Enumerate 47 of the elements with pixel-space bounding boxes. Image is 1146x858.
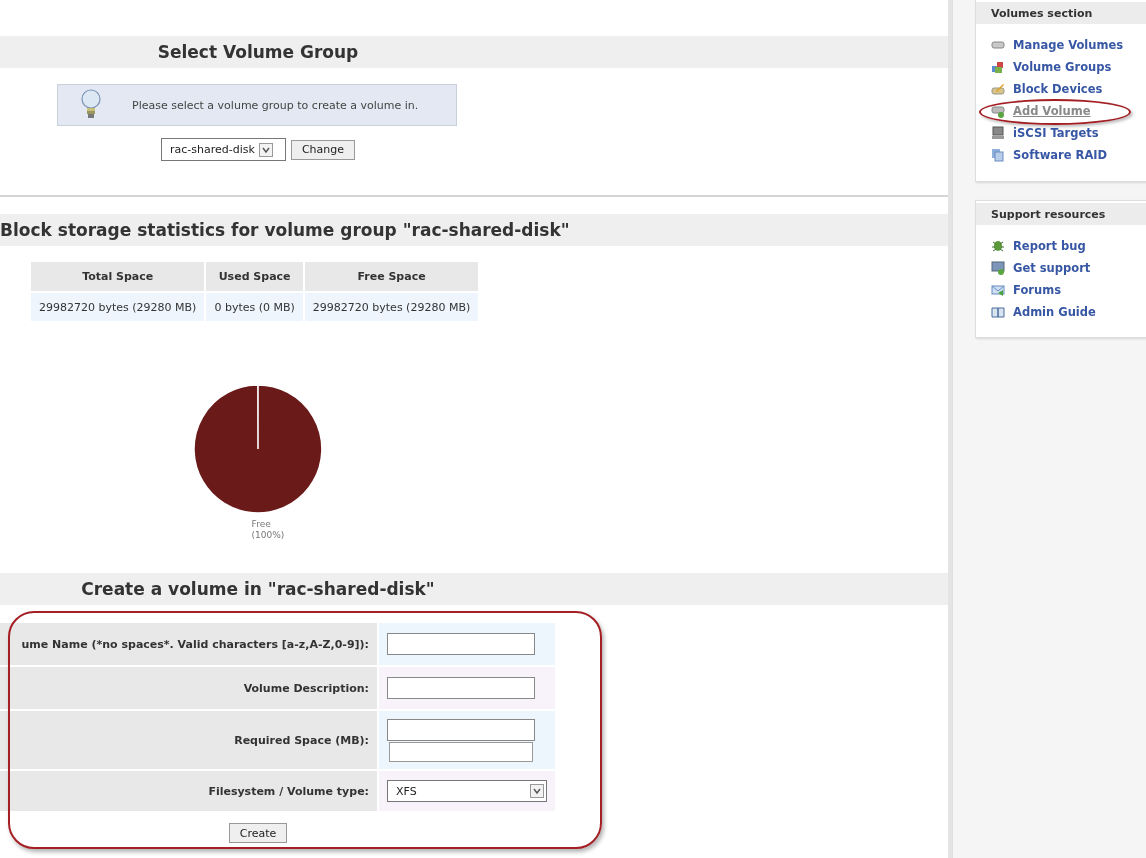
section-heading: Select Volume Group <box>156 42 360 62</box>
caret-icon <box>258 142 273 157</box>
info-message: Please select a volume group to create a volume in. <box>132 98 419 112</box>
cubes-icon <box>991 60 1005 74</box>
panel-heading: Support resources <box>991 207 1106 221</box>
field-label: ume Name (*no spaces*. Valid characters [a-z,A-Z,0-9]): <box>0 623 377 665</box>
disk-plus-icon <box>991 104 1005 118</box>
text-field[interactable] <box>387 677 535 699</box>
panel-heading: Volumes section <box>991 6 1093 20</box>
sidebar-link[interactable]: Manage Volumes <box>991 38 1124 52</box>
section-heading: Block storage statistics for volume group "rac-shared-disk" <box>0 220 570 240</box>
sidebar-link[interactable]: Add Volume <box>991 104 1091 118</box>
lightbulb-icon <box>80 89 102 121</box>
text-field[interactable] <box>387 718 535 741</box>
filesystem-dropdown[interactable]: XFS <box>387 780 547 802</box>
bug-icon <box>991 239 1005 253</box>
create-button[interactable]: Create <box>228 823 288 843</box>
table-cell: 29982720 bytes (29280 MB) <box>304 293 479 321</box>
text-field[interactable] <box>389 741 533 762</box>
sidebar-link[interactable]: Report bug <box>991 239 1086 253</box>
envelope-icon <box>991 283 1005 297</box>
field-label: Filesystem / Volume type: <box>0 771 377 811</box>
sidebar-link[interactable]: Forums <box>991 283 1061 297</box>
sidebar-link[interactable]: Software RAID <box>991 148 1108 162</box>
caret-icon <box>530 784 544 798</box>
volume-group-dropdown[interactable]: rac-shared-disk <box>160 138 286 161</box>
field-label: Required Space (MB): <box>0 711 377 769</box>
column-header: Used Space <box>206 262 303 291</box>
disk-pencil-icon <box>991 82 1005 96</box>
table-cell: 29982720 bytes (29280 MB) <box>31 293 205 321</box>
field-label: Volume Description: <box>0 667 377 709</box>
sidebar-link[interactable]: iSCSI Targets <box>991 126 1099 140</box>
sidebar-link[interactable]: Get support <box>991 261 1091 275</box>
sidebar-link[interactable]: Admin Guide <box>991 305 1096 319</box>
sidebar-link[interactable]: Block Devices <box>991 82 1103 96</box>
section-heading: Create a volume in "rac-shared-disk" <box>80 579 436 599</box>
documents-icon <box>991 148 1005 162</box>
pie-label: Free (100%) <box>251 519 285 541</box>
change-button[interactable]: Change <box>290 139 356 160</box>
sidebar-link[interactable]: Volume Groups <box>991 60 1112 74</box>
column-header: Free Space <box>304 262 479 291</box>
screen-plus-icon <box>991 261 1005 275</box>
monitor-icon <box>991 126 1005 140</box>
column-header: Total Space <box>31 262 205 291</box>
table-cell: 0 bytes (0 MB) <box>206 293 303 321</box>
book-icon <box>991 305 1005 319</box>
text-field[interactable] <box>387 633 535 655</box>
